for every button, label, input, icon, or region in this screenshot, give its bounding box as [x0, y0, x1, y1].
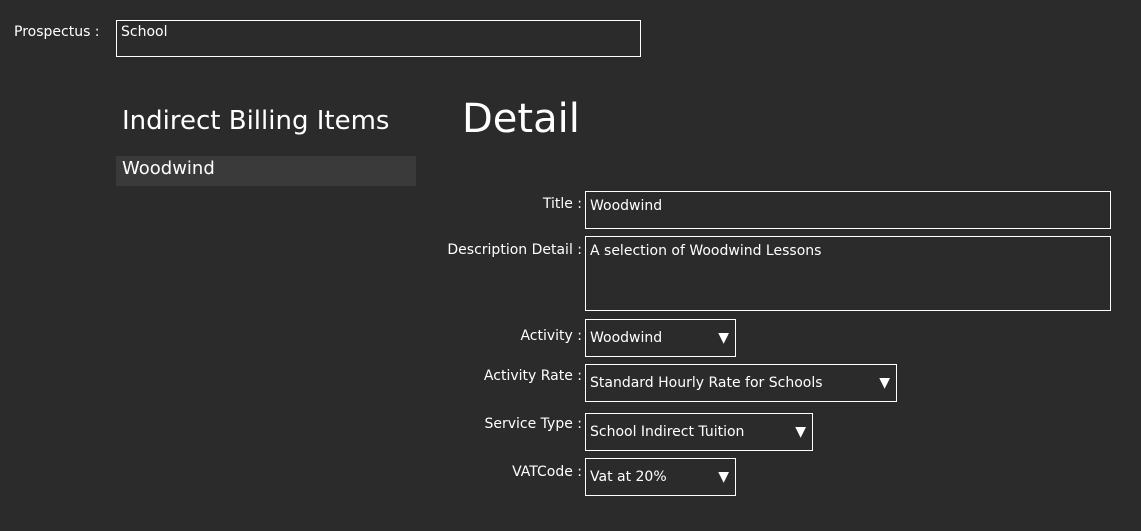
vat-code-value: Vat at 20% — [590, 469, 667, 485]
description-textarea[interactable]: A selection of Woodwind Lessons — [585, 236, 1111, 311]
list-heading: Indirect Billing Items — [122, 106, 390, 136]
service-type-select[interactable]: School Indirect Tuition ▼ — [585, 413, 813, 451]
activity-value: Woodwind — [590, 330, 663, 346]
caret-down-icon: ▼ — [795, 424, 806, 440]
vat-code-label: VATCode : — [512, 464, 582, 480]
title-label: Title : — [542, 196, 582, 212]
service-type-label: Service Type : — [484, 416, 582, 432]
caret-down-icon: ▼ — [879, 375, 890, 391]
prospectus-label: Prospectus : — [14, 24, 100, 40]
caret-down-icon: ▼ — [718, 330, 729, 346]
vat-code-select[interactable]: Vat at 20% ▼ — [585, 458, 736, 496]
detail-heading: Detail — [462, 96, 580, 142]
title-input[interactable]: Woodwind — [585, 191, 1111, 229]
list-item[interactable]: Woodwind — [116, 156, 416, 186]
description-label: Description Detail : — [447, 242, 582, 258]
activity-rate-select[interactable]: Standard Hourly Rate for Schools ▼ — [585, 364, 897, 402]
activity-select[interactable]: Woodwind ▼ — [585, 319, 736, 357]
service-type-value: School Indirect Tuition — [590, 424, 745, 440]
activity-label: Activity : — [520, 328, 582, 344]
activity-rate-value: Standard Hourly Rate for Schools — [590, 375, 823, 391]
prospectus-input[interactable]: School — [116, 20, 641, 57]
activity-rate-label: Activity Rate : — [483, 368, 582, 384]
caret-down-icon: ▼ — [718, 469, 729, 485]
